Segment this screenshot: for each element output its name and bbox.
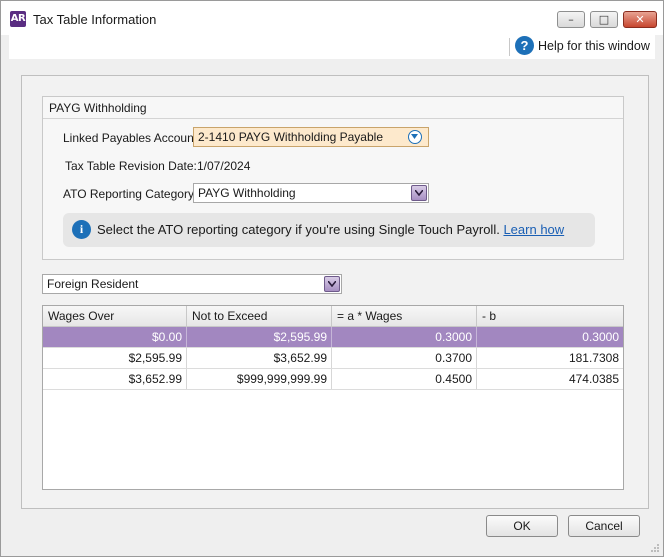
content-panel: PAYG Withholding Linked Payables Account…	[21, 75, 649, 509]
maximize-button[interactable]: □	[590, 11, 618, 28]
not-to-exceed-cell[interactable]: $3,652.99	[187, 348, 332, 368]
table-header: Wages Over Not to Exceed = a * Wages - b	[43, 306, 623, 327]
revision-date-value: 1/07/2024	[197, 159, 251, 173]
tax-rates-table: Wages Over Not to Exceed = a * Wages - b…	[42, 305, 624, 490]
wages-over-cell[interactable]: $0.00	[43, 327, 187, 347]
help-icon[interactable]: ?	[515, 36, 534, 55]
column-header[interactable]: Not to Exceed	[187, 306, 332, 326]
help-link[interactable]: Help for this window	[538, 39, 650, 53]
coefficient-a-cell[interactable]: 0.4500	[332, 369, 477, 389]
ato-category-label: ATO Reporting Category:	[63, 187, 198, 201]
resize-grip-icon[interactable]	[650, 543, 660, 553]
table-row[interactable]: $3,652.99 $999,999,999.99 0.4500 474.038…	[43, 369, 623, 390]
app-logo-icon: AR	[10, 11, 26, 27]
info-message: Select the ATO reporting category if you…	[97, 222, 500, 237]
info-icon: i	[72, 220, 91, 239]
ok-button[interactable]: OK	[486, 515, 558, 537]
coefficient-a-cell[interactable]: 0.3700	[332, 348, 477, 368]
not-to-exceed-cell[interactable]: $999,999,999.99	[187, 369, 332, 389]
wages-over-cell[interactable]: $2,595.99	[43, 348, 187, 368]
info-banner: i Select the ATO reporting category if y…	[63, 213, 595, 247]
wages-over-cell[interactable]: $3,652.99	[43, 369, 187, 389]
minimize-button[interactable]: –	[557, 11, 585, 28]
group-title: PAYG Withholding	[49, 101, 147, 115]
learn-how-link[interactable]: Learn how	[503, 222, 564, 237]
chevron-down-icon[interactable]	[408, 130, 422, 144]
coefficient-b-cell[interactable]: 474.0385	[477, 369, 623, 389]
linked-account-value: 2-1410 PAYG Withholding Payable	[198, 130, 383, 144]
column-header[interactable]: - b	[477, 306, 623, 326]
column-header[interactable]: Wages Over	[43, 306, 187, 326]
window-title: Tax Table Information	[33, 12, 157, 27]
chevron-down-icon[interactable]	[324, 276, 340, 292]
ato-category-select[interactable]: PAYG Withholding	[193, 183, 429, 203]
linked-account-label: Linked Payables Account:	[63, 131, 201, 145]
table-row[interactable]: $2,595.99 $3,652.99 0.3700 181.7308	[43, 348, 623, 369]
help-bar: ? Help for this window	[9, 35, 655, 59]
column-header[interactable]: = a * Wages	[332, 306, 477, 326]
residency-select[interactable]: Foreign Resident	[42, 274, 342, 294]
group-divider	[43, 118, 623, 119]
linked-account-field[interactable]: 2-1410 PAYG Withholding Payable	[193, 127, 429, 147]
residency-value: Foreign Resident	[47, 277, 139, 291]
help-separator	[509, 38, 510, 56]
revision-date-label: Tax Table Revision Date:	[65, 159, 197, 173]
coefficient-a-cell[interactable]: 0.3000	[332, 327, 477, 347]
coefficient-b-cell[interactable]: 181.7308	[477, 348, 623, 368]
title-bar: AR Tax Table Information – □ ✕	[1, 1, 663, 35]
info-text: Select the ATO reporting category if you…	[97, 222, 564, 237]
close-button[interactable]: ✕	[623, 11, 657, 28]
payg-withholding-group: PAYG Withholding Linked Payables Account…	[42, 96, 624, 260]
not-to-exceed-cell[interactable]: $2,595.99	[187, 327, 332, 347]
chevron-down-icon[interactable]	[411, 185, 427, 201]
ato-category-value: PAYG Withholding	[198, 186, 296, 200]
cancel-button[interactable]: Cancel	[568, 515, 640, 537]
table-row[interactable]: $0.00 $2,595.99 0.3000 0.3000	[43, 327, 623, 348]
coefficient-b-cell[interactable]: 0.3000	[477, 327, 623, 347]
tax-table-window: AR Tax Table Information – □ ✕ ? Help fo…	[0, 0, 664, 557]
